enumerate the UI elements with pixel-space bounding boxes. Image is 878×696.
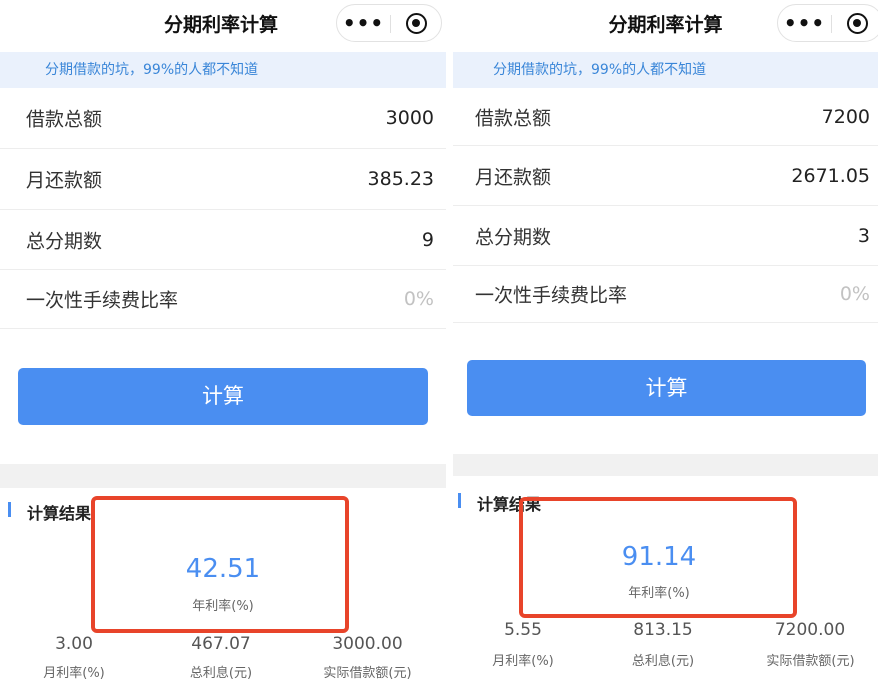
notice-banner[interactable]: 分期借款的坑，99%的人都不知道: [453, 52, 878, 88]
screen-divider: [446, 0, 453, 696]
section-gap: [453, 454, 878, 476]
result-title: 计算结果: [27, 504, 92, 523]
section-marker: [458, 493, 461, 508]
mini-program-capsule: •••: [777, 4, 878, 42]
installment-count-field[interactable]: 总分期数 9: [0, 210, 446, 270]
monthly-rate-value: 3.00: [55, 634, 93, 654]
mini-program-capsule: •••: [336, 4, 442, 42]
field-label: 借款总额: [26, 108, 103, 131]
capsule-divider: [390, 15, 391, 33]
field-value[interactable]: 7200: [822, 106, 870, 128]
monthly-payment-field[interactable]: 月还款额 2671.05: [453, 146, 878, 206]
field-value[interactable]: 3: [858, 225, 870, 247]
actual-loan-label: 实际借款额(元): [766, 654, 855, 669]
section-marker: [8, 502, 11, 517]
field-label: 月还款额: [26, 169, 103, 192]
notice-banner[interactable]: 分期借款的坑，99%的人都不知道: [0, 52, 446, 88]
field-label: 一次性手续费比率: [26, 289, 179, 312]
total-interest-value: 813.15: [633, 620, 693, 640]
highlight-box: [519, 497, 797, 618]
fee-rate-field[interactable]: 一次性手续费比率 0%: [453, 266, 878, 323]
target-icon[interactable]: [847, 13, 868, 34]
installment-count-field[interactable]: 总分期数 3: [453, 206, 878, 266]
field-placeholder[interactable]: 0%: [404, 288, 434, 310]
right-screen: 分期利率计算 ••• 分期借款的坑，99%的人都不知道 借款总额 7200 月还…: [453, 0, 878, 696]
fee-rate-field[interactable]: 一次性手续费比率 0%: [0, 270, 446, 329]
loan-amount-field[interactable]: 借款总额 7200: [453, 88, 878, 146]
monthly-payment-field[interactable]: 月还款额 385.23: [0, 149, 446, 210]
field-value[interactable]: 2671.05: [791, 165, 870, 187]
monthly-rate-label: 月利率(%): [492, 654, 554, 669]
banner-text: 分期借款的坑，99%的人都不知道: [45, 62, 259, 78]
total-interest-label: 总利息(元): [631, 654, 695, 669]
nav-bar: 分期利率计算 •••: [0, 0, 446, 48]
field-value[interactable]: 385.23: [368, 168, 434, 190]
total-interest-value: 467.07: [191, 634, 251, 654]
actual-loan-value: 7200.00: [774, 620, 846, 640]
left-screen: 分期利率计算 ••• 分期借款的坑，99%的人都不知道 借款总额 3000 月还…: [0, 0, 446, 696]
more-icon[interactable]: •••: [778, 11, 831, 35]
nav-bar: 分期利率计算 •••: [453, 0, 878, 48]
field-label: 一次性手续费比率: [475, 284, 628, 307]
more-icon[interactable]: •••: [337, 11, 390, 35]
field-label: 总分期数: [26, 230, 103, 252]
capsule-divider: [831, 15, 832, 33]
monthly-rate-label: 月利率(%): [43, 666, 105, 681]
field-label: 月还款额: [475, 166, 552, 188]
actual-loan-value: 3000.00: [332, 634, 403, 654]
section-gap: [0, 464, 446, 488]
target-icon[interactable]: [406, 13, 427, 34]
loan-amount-field[interactable]: 借款总额 3000: [0, 88, 446, 149]
highlight-box: [91, 496, 349, 633]
total-interest-label: 总利息(元): [189, 666, 253, 681]
field-label: 总分期数: [475, 226, 552, 248]
monthly-rate-value: 5.55: [504, 620, 542, 640]
field-placeholder[interactable]: 0%: [840, 283, 870, 305]
calculate-button[interactable]: 计算: [467, 360, 866, 416]
banner-text: 分期借款的坑，99%的人都不知道: [493, 62, 707, 78]
field-value[interactable]: 3000: [386, 107, 434, 129]
field-value[interactable]: 9: [422, 229, 434, 251]
field-label: 借款总额: [475, 107, 552, 129]
actual-loan-label: 实际借款额(元): [323, 666, 412, 681]
calculate-button[interactable]: 计算: [18, 368, 428, 425]
